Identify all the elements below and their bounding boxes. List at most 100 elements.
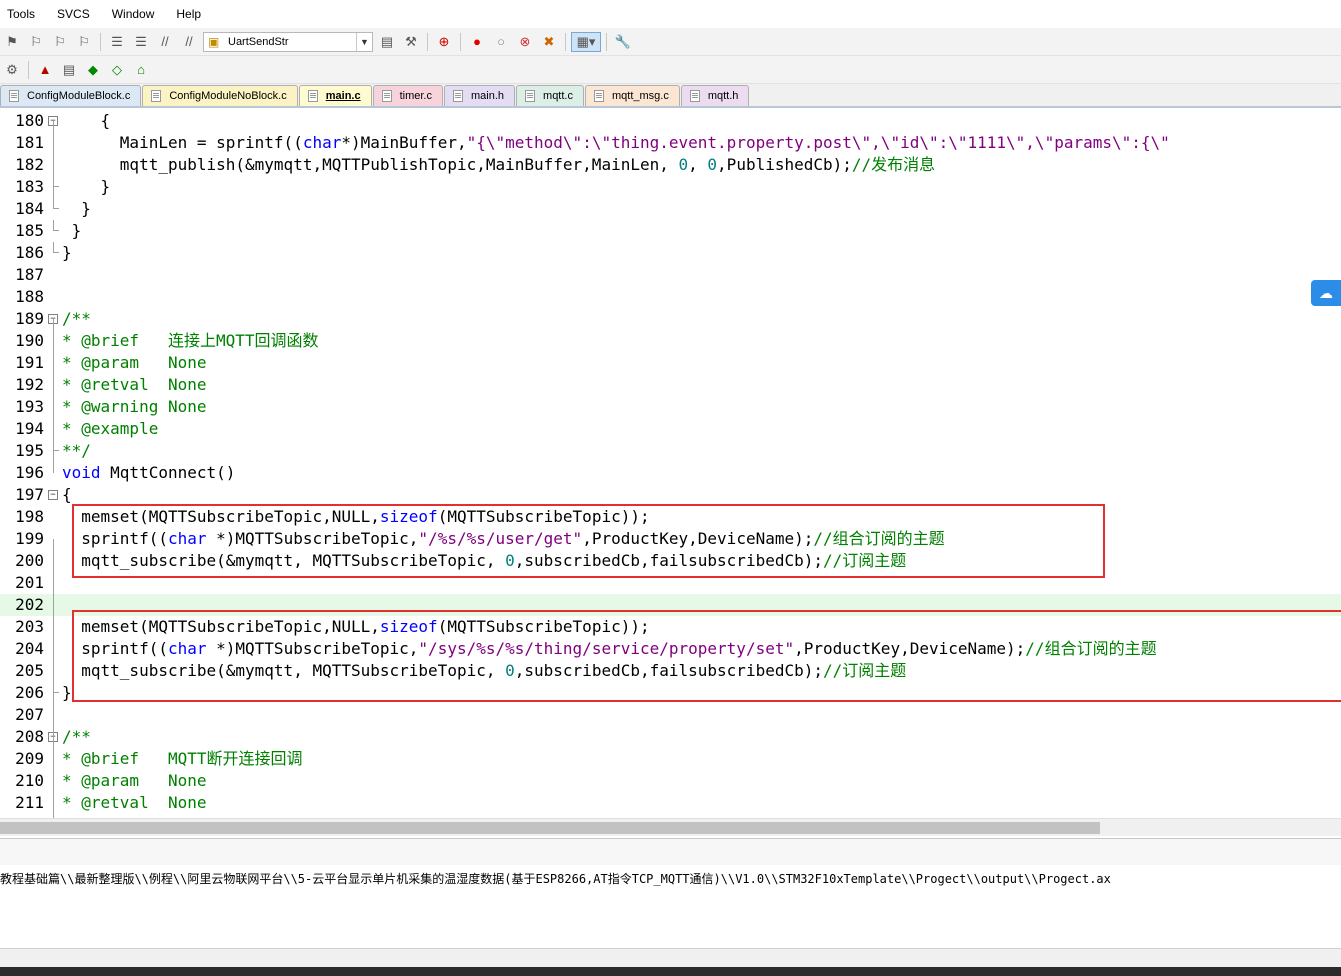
menu-tools[interactable]: Tools [7,7,35,21]
code-line[interactable]: 198 memset(MQTTSubscribeTopic,NULL,sizeo… [0,506,1341,528]
target-icon: ▣ [208,34,220,49]
configure-icon[interactable]: 🔧 [612,32,634,52]
code-line[interactable]: 184 } [0,198,1341,220]
code-line[interactable]: 186} [0,242,1341,264]
code-text: } [62,683,72,702]
code-editor[interactable]: 180− {181 MainLen = sprintf((char*)MainB… [0,110,1341,818]
bookmark-clear-icon[interactable]: ⚐ [73,32,95,52]
line-number: 191 [15,353,44,372]
tab-mqtt-h[interactable]: mqtt.h [680,85,750,106]
fold-end-marker [53,242,59,253]
line-number: 207 [15,705,44,724]
build-icon[interactable]: ▲ [34,60,56,80]
code-line[interactable]: 181 MainLen = sprintf((char*)MainBuffer,… [0,132,1341,154]
rebuild-icon[interactable]: ▤ [58,60,80,80]
file-icon [381,90,392,102]
line-number: 187 [15,265,44,284]
code-line[interactable]: 211 * @retval None [0,792,1341,814]
code-line[interactable]: 204 sprintf((char *)MQTTSubscribeTopic,"… [0,638,1341,660]
tab-mqtt-c[interactable]: mqtt.c [516,85,584,106]
download-icon[interactable]: ◆ [82,60,104,80]
breakpoint-disable-icon[interactable]: ○ [490,32,512,52]
code-line[interactable]: 191 * @param None [0,352,1341,374]
chevron-down-icon[interactable]: ▼ [356,32,372,51]
code-text: } [62,199,91,218]
find-in-files-icon[interactable]: ▤ [376,32,398,52]
menu-svcs[interactable]: SVCS [57,7,90,21]
code-line[interactable]: 208−/** [0,726,1341,748]
tab-configmoduleblock[interactable]: ConfigModuleBlock.c [0,85,142,106]
code-line[interactable]: 196 void MqttConnect() [0,462,1341,484]
code-line[interactable]: 205 mqtt_subscribe(&mymqtt, MQTTSubscrib… [0,660,1341,682]
code-text: * @warning None [62,397,207,416]
code-line[interactable]: 188 [0,286,1341,308]
menu-window[interactable]: Window [112,7,155,21]
code-text: mqtt_publish(&mymqtt,MQTTPublishTopic,Ma… [62,155,936,174]
code-line[interactable]: 206} [0,682,1341,704]
line-number: 210 [15,771,44,790]
tab-mqtt-msg-c[interactable]: mqtt_msg.c [584,85,680,106]
line-number: 204 [15,639,44,658]
cloud-assist-icon[interactable]: ☁ [1311,280,1341,306]
flash-icon[interactable]: ◇ [106,60,128,80]
code-line[interactable]: 190 * @brief 连接上MQTT回调函数 [0,330,1341,352]
bookmark-next-icon[interactable]: ⚐ [49,32,71,52]
code-line[interactable]: 199 sprintf((char *)MQTTSubscribeTopic,"… [0,528,1341,550]
code-line[interactable]: 207 [0,704,1341,726]
toolbar-separator [100,32,101,51]
line-number: 185 [15,221,44,240]
code-line[interactable]: 209 * @brief MQTT断开连接回调 [0,748,1341,770]
unindent-icon[interactable]: ☰ [130,32,152,52]
tab-configmodulenoblock[interactable]: ConfigModuleNoBlock.c [142,85,298,106]
breakpoint-insert-icon[interactable]: ● [466,32,488,52]
menu-help[interactable]: Help [176,7,201,21]
line-number: 211 [15,793,44,812]
scrollbar-thumb[interactable] [0,822,1100,834]
code-text: **/ [62,441,91,460]
uncomment-icon[interactable]: // [178,32,200,52]
code-line[interactable]: 183 } [0,176,1341,198]
build-output-panel: 教程基础篇\\最新整理版\\例程\\阿里云物联网平台\\5-云平台显示单片机采集… [0,838,1341,948]
code-line[interactable]: 202 [0,594,1341,616]
target-select[interactable]: ▣ UartSendStr ▼ [203,31,373,52]
indent-icon[interactable]: ☰ [106,32,128,52]
code-line[interactable]: 203 memset(MQTTSubscribeTopic,NULL,sizeo… [0,616,1341,638]
code-line[interactable]: 189−/** [0,308,1341,330]
code-line[interactable]: 194 * @example [0,418,1341,440]
code-line[interactable]: 180− { [0,110,1341,132]
bookmark-prev-icon[interactable]: ⚐ [25,32,47,52]
line-number: 205 [15,661,44,680]
options-icon[interactable]: ⚒ [400,32,422,52]
code-line[interactable]: 192 * @retval None [0,374,1341,396]
code-line[interactable]: 197−{ [0,484,1341,506]
editor-tabs: ConfigModuleBlock.c ConfigModuleNoBlock.… [0,84,1341,108]
code-line[interactable]: 185 } [0,220,1341,242]
fold-guide [53,121,54,209]
toolbar-separator [28,60,29,79]
code-line[interactable]: 193 * @warning None [0,396,1341,418]
bookmark-toggle-icon[interactable]: ⚑ [1,32,23,52]
editor-horizontal-scrollbar[interactable] [0,818,1341,836]
code-line[interactable]: 210 * @param None [0,770,1341,792]
menu-bar: Tools SVCS Window Help [0,0,1341,28]
code-line[interactable]: 201 [0,572,1341,594]
code-line[interactable]: 200 mqtt_subscribe(&mymqtt, MQTTSubscrib… [0,550,1341,572]
target-name: UartSendStr [228,35,289,48]
fold-toggle-icon[interactable]: − [48,490,58,500]
fold-guide [53,319,54,473]
translate-icon[interactable]: ⚙ [1,60,23,80]
code-line[interactable]: 195 **/ [0,440,1341,462]
code-line[interactable]: 182 mqtt_publish(&mymqtt,MQTTPublishTopi… [0,154,1341,176]
comment-icon[interactable]: // [154,32,176,52]
breakpoint-disable-all-icon[interactable]: ⊗ [514,32,536,52]
window-layout-icon[interactable]: ▦▾ [571,31,601,52]
batch-build-icon[interactable]: ⌂ [130,60,152,80]
tab-timer-c[interactable]: timer.c [372,85,443,106]
code-line[interactable]: 187 [0,264,1341,286]
breakpoint-kill-all-icon[interactable]: ✖ [538,32,560,52]
line-number: 182 [15,155,44,174]
debug-session-icon[interactable]: ⊕ [433,32,455,52]
tab-main-h[interactable]: main.h [444,85,516,106]
build-toolbar: ⚙ ▲ ▤ ◆ ◇ ⌂ [0,56,1341,84]
tab-main-c[interactable]: main.c [298,85,372,106]
